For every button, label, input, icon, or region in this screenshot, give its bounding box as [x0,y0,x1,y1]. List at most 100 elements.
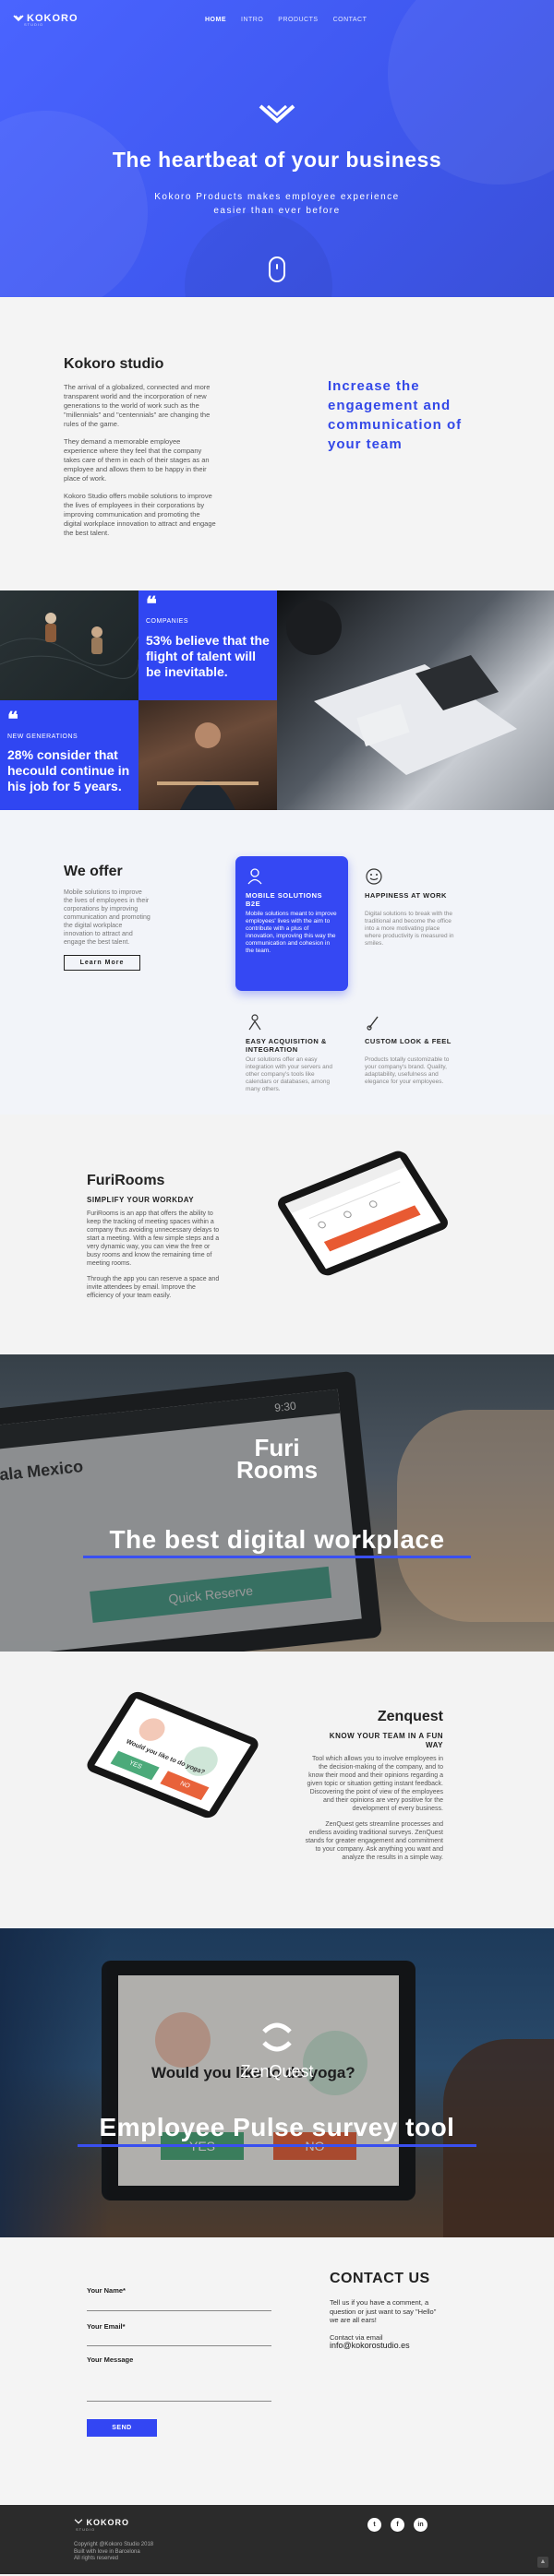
offer-title: We offer [64,864,123,879]
send-button[interactable]: SEND [87,2419,157,2437]
photo-illustration [157,722,259,810]
title-underline [83,1556,471,1558]
photo-office-laptops [277,590,554,810]
banner-tablet-image: Sala Mexico 9:30 Quick Reserve [0,1370,382,1652]
footer-brand-name: KOKORO [86,2518,130,2527]
furirooms-subtitle: SIMPLIFY YOUR WORKDAY [87,1196,195,1204]
twitter-icon[interactable]: t [367,2518,381,2532]
zenquest-section: Would you like to do yoga? YES NO Zenque… [0,1652,554,1928]
photo-illustration [286,600,517,775]
message-field[interactable] [87,2367,271,2402]
stats-grid-section: ❝ COMPANIES 53% believe that the flight … [0,590,554,810]
brush-icon [367,1016,379,1031]
name-field[interactable] [87,2298,271,2311]
contact-intro: Tell us if you have a comment, a questio… [330,2298,437,2324]
brand-logo[interactable]: KOKORO [13,13,78,24]
contact-section: Your Name* Your Email* Your Message SEND… [0,2237,554,2505]
furirooms-title: FuriRooms [87,1173,165,1188]
back-to-top-icon[interactable]: ▲ [537,2557,548,2568]
title-underline [78,2144,476,2147]
screen-time: 9:30 [273,1399,297,1414]
smiley-icon [366,868,382,885]
copyright-line: All rights reserved [74,2556,119,2561]
tablet-screen: Would you like to do yoga? YES NO [94,1698,251,1812]
tablet-screen: Sala Mexico 9:30 Quick Reserve [0,1389,362,1652]
quote-icon: ❝ [7,708,18,732]
furirooms-text: FuriRooms is an app that offers the abil… [87,1210,223,1307]
page-footer: KOKORO STUDIO Copyright @Kokoro Studio 2… [0,2505,554,2574]
furirooms-tablet-image [274,1148,452,1279]
nav-item-home[interactable]: HOME [205,17,226,23]
photo-team-playing [0,590,138,700]
stat-category: COMPANIES [146,618,188,625]
feature-title: CUSTOM LOOK & FEEL [365,1037,452,1045]
zenquest-paragraph: Tool which allows you to involve employe… [307,1756,443,1812]
furirooms-section: FuriRooms SIMPLIFY YOUR WORKDAY FuriRoom… [0,1115,554,1354]
stat-category: NEW GENERATIONS [7,733,78,740]
facebook-icon[interactable]: f [391,2518,404,2532]
furirooms-logo-line2: Rooms [235,1456,319,1484]
hero-subtitle: Kokoro Products makes employee experienc… [154,192,400,216]
zenquest-paragraph: ZenQuest gets streamline processes and e… [305,1821,443,1861]
furirooms-banner: Sala Mexico 9:30 Quick Reserve Furi Room… [0,1354,554,1652]
studio-title: Kokoro studio [64,356,164,372]
brand-sub: STUDIO [24,22,44,27]
feature-title: HAPPINESS AT WORK [365,891,447,900]
feature-text: Products totally customizable to your co… [365,1056,450,1085]
copyright-line: Copyright @Kokoro Studio 2018 [74,2542,154,2547]
stat-text: 53% believe that the flight of talent wi… [146,633,270,679]
footer-brand-sub: STUDIO [76,2527,96,2532]
nav-item-intro[interactable]: INTRO [241,17,263,23]
hero-bg-shape [0,111,148,297]
zenquest-logo-icon [262,2022,292,2052]
zenquest-subtitle: KNOW YOUR TEAM IN A FUN WAY [329,1732,443,1749]
studio-paragraph: Kokoro Studio offers mobile solutions to… [64,492,216,537]
hero-section: KOKORO STUDIO HOME INTRO PRODUCTS CONTAC… [0,0,554,297]
mobile-user-icon [247,868,262,885]
furirooms-paragraph: FuriRooms is an app that offers the abil… [87,1210,220,1267]
furirooms-banner-title: The best digital workplace [109,1525,445,1554]
studio-section: Kokoro studio The arrival of a globalize… [0,297,554,590]
tablet-screen [284,1157,441,1270]
zenquest-text: Tool which allows you to involve employe… [305,1755,443,1869]
studio-text: The arrival of a globalized, connected a… [64,383,216,546]
feature-text: Our solutions offer an easy integration … [246,1056,332,1092]
studio-paragraph: The arrival of a globalized, connected a… [64,383,211,428]
copyright-line: Built with love in Barcelona [74,2548,140,2555]
contact-text: Tell us if you have a comment, a questio… [330,2298,445,2351]
offer-section: We offer Mobile solutions to improve the… [0,810,554,1115]
zenquest-tablet-image: Would you like to do yoga? YES NO [83,1688,262,1821]
contact-title: CONTACT US [330,2271,430,2286]
quote-icon: ❝ [146,592,157,616]
hero-bg-shape [185,212,332,297]
footer-copyright: Copyright @Kokoro Studio 2018 Built with… [74,2542,153,2563]
zenquest-logo-text: ZenQuest [240,2062,314,2081]
nav-item-products[interactable]: PRODUCTS [278,17,318,23]
scroll-down-icon[interactable] [269,256,285,282]
feature-text: Mobile solutions meant to improve employ… [246,911,337,954]
learn-more-button[interactable]: Learn More [64,955,140,971]
heart-logo-icon [13,14,24,21]
feature-title: MOBILE SOLUTIONS B2E [246,891,322,908]
screen-quick-reserve: Quick Reserve [90,1566,332,1623]
linkedin-icon[interactable]: in [414,2518,428,2532]
contact-email-link[interactable]: info@kokorostudio.es [330,2341,410,2350]
heart-chevron-icon [259,104,295,124]
email-field[interactable] [87,2333,271,2346]
name-label: Your Name* [87,2286,126,2295]
nav-menu: HOME INTRO PRODUCTS CONTACT [205,17,367,23]
generations-stat-tile: ❝ NEW GENERATIONS 28% consider that heco… [0,700,138,810]
nav-item-contact[interactable]: CONTACT [333,17,367,23]
feature-title: EASY ACQUISITION & INTEGRATION [246,1037,327,1054]
message-label: Your Message [87,2355,134,2364]
hero-title: The heartbeat of your business [112,148,442,172]
studio-paragraph: They demand a memorable employee experie… [64,437,210,483]
photo-man-working [138,700,277,810]
footer-logo[interactable]: KOKORO [74,2518,129,2527]
offer-text: Mobile solutions to improve the lives of… [64,889,151,946]
feature-text: Digital solutions to break with the trad… [365,911,454,947]
companies-stat-tile: ❝ COMPANIES 53% believe that the flight … [138,590,277,700]
zenquest-banner-title: Employee Pulse survey tool [99,2113,455,2141]
top-navbar: KOKORO STUDIO HOME INTRO PRODUCTS CONTAC… [0,11,554,30]
zenquest-banner: Would you like to do yoga? YES NO ZenQue… [0,1928,554,2237]
